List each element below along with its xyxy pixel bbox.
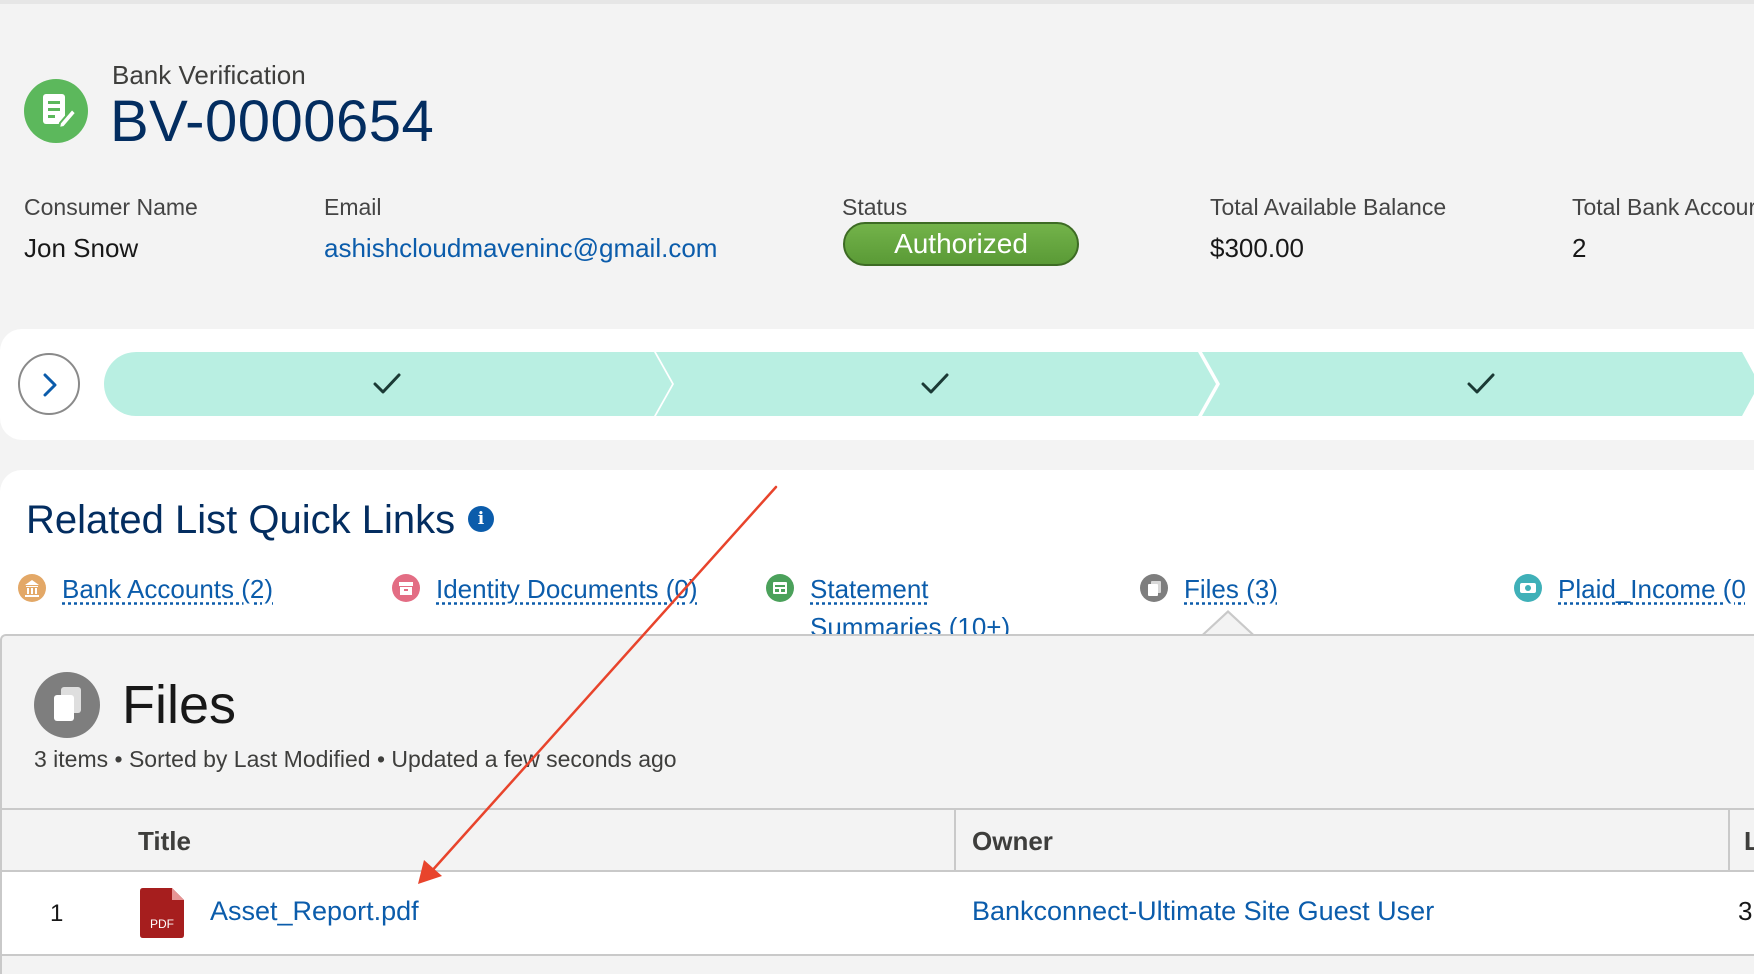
path-stage-2[interactable] (656, 352, 1216, 416)
field-status: Status (842, 194, 907, 221)
field-value: Jon Snow (24, 233, 139, 263)
field-value: $300.00 (1210, 233, 1304, 263)
field-label: Email (324, 194, 382, 220)
files-title[interactable]: Files (122, 674, 236, 736)
quick-link-plaid-income[interactable]: Plaid_Income (0 (1514, 570, 1746, 608)
file-type-label: PDF (150, 917, 174, 931)
column-divider[interactable] (1728, 810, 1730, 872)
path-toggle-button[interactable] (18, 353, 80, 415)
file-icon (34, 672, 100, 738)
column-header-truncated[interactable]: L (1744, 810, 1754, 872)
email-link[interactable]: ashishcloudmaveninc@gmail.com (324, 233, 717, 264)
field-consumer-name: Consumer Name Jon Snow (24, 194, 198, 264)
check-icon (921, 373, 949, 394)
files-list-meta: 3 items • Sorted by Last Modified • Upda… (34, 746, 677, 772)
file-title-link[interactable]: Asset_Report.pdf (210, 896, 419, 927)
field-label: Consumer Name (24, 194, 198, 220)
archive-icon (392, 574, 420, 602)
quick-link-bank-accounts[interactable]: Bank Accounts (2) (18, 570, 273, 608)
form-icon (766, 574, 794, 602)
column-divider[interactable] (954, 810, 956, 872)
field-label: Status (842, 194, 908, 220)
field-total-available-balance: Total Available Balance $300.00 (1210, 194, 1446, 264)
object-label: Bank Verification (112, 60, 306, 90)
column-header-title[interactable]: Title (138, 810, 191, 872)
files-table-header: Title Owner L (2, 808, 1754, 872)
row-number: 1 (50, 900, 64, 927)
field-email: Email ashishcloudmaveninc@gmail.com (324, 194, 717, 264)
path-stage-3[interactable] (1202, 352, 1754, 416)
money-icon (1514, 574, 1542, 602)
field-total-bank-accounts: Total Bank Accour 2 (1572, 194, 1754, 264)
quick-link-label[interactable]: Plaid_Income (0 (1558, 570, 1746, 608)
quick-link-label-line1[interactable]: Statement (810, 574, 929, 604)
status-badge: Authorized (843, 222, 1079, 266)
file-icon (1140, 574, 1168, 602)
check-icon (373, 373, 401, 394)
bank-icon (18, 574, 46, 602)
top-border (0, 0, 1754, 4)
owner-link[interactable]: Bankconnect-Ultimate Site Guest User (972, 896, 1434, 927)
field-label: Total Available Balance (1210, 194, 1447, 220)
contract-icon (24, 79, 88, 143)
files-related-list: Files 3 items • Sorted by Last Modified … (0, 634, 1754, 974)
quick-link-label[interactable]: Bank Accounts (2) (62, 570, 273, 608)
quick-link-identity-documents[interactable]: Identity Documents (0) (392, 570, 698, 608)
pdf-icon: PDF (140, 888, 184, 938)
quick-link-files[interactable]: Files (3) (1140, 570, 1278, 608)
truncated-cell: 3 (1738, 896, 1753, 926)
field-label: Total Bank Accour (1572, 194, 1754, 220)
path-card (0, 329, 1754, 440)
info-icon[interactable]: i (468, 506, 494, 532)
related-list-quick-links-title: Related List Quick Links (26, 498, 456, 542)
field-value: 2 (1572, 233, 1587, 263)
check-icon (1467, 373, 1495, 394)
quick-link-label[interactable]: Files (3) (1184, 570, 1278, 608)
column-header-owner[interactable]: Owner (972, 810, 1053, 872)
record-title: BV-0000654 (110, 89, 435, 154)
table-row: 1 PDF Asset_Report.pdf Bankconnect-Ultim… (2, 872, 1754, 956)
chevron-right-icon (43, 373, 57, 397)
path-stage-1[interactable] (104, 352, 672, 416)
quick-link-label[interactable]: Identity Documents (0) (436, 570, 698, 608)
